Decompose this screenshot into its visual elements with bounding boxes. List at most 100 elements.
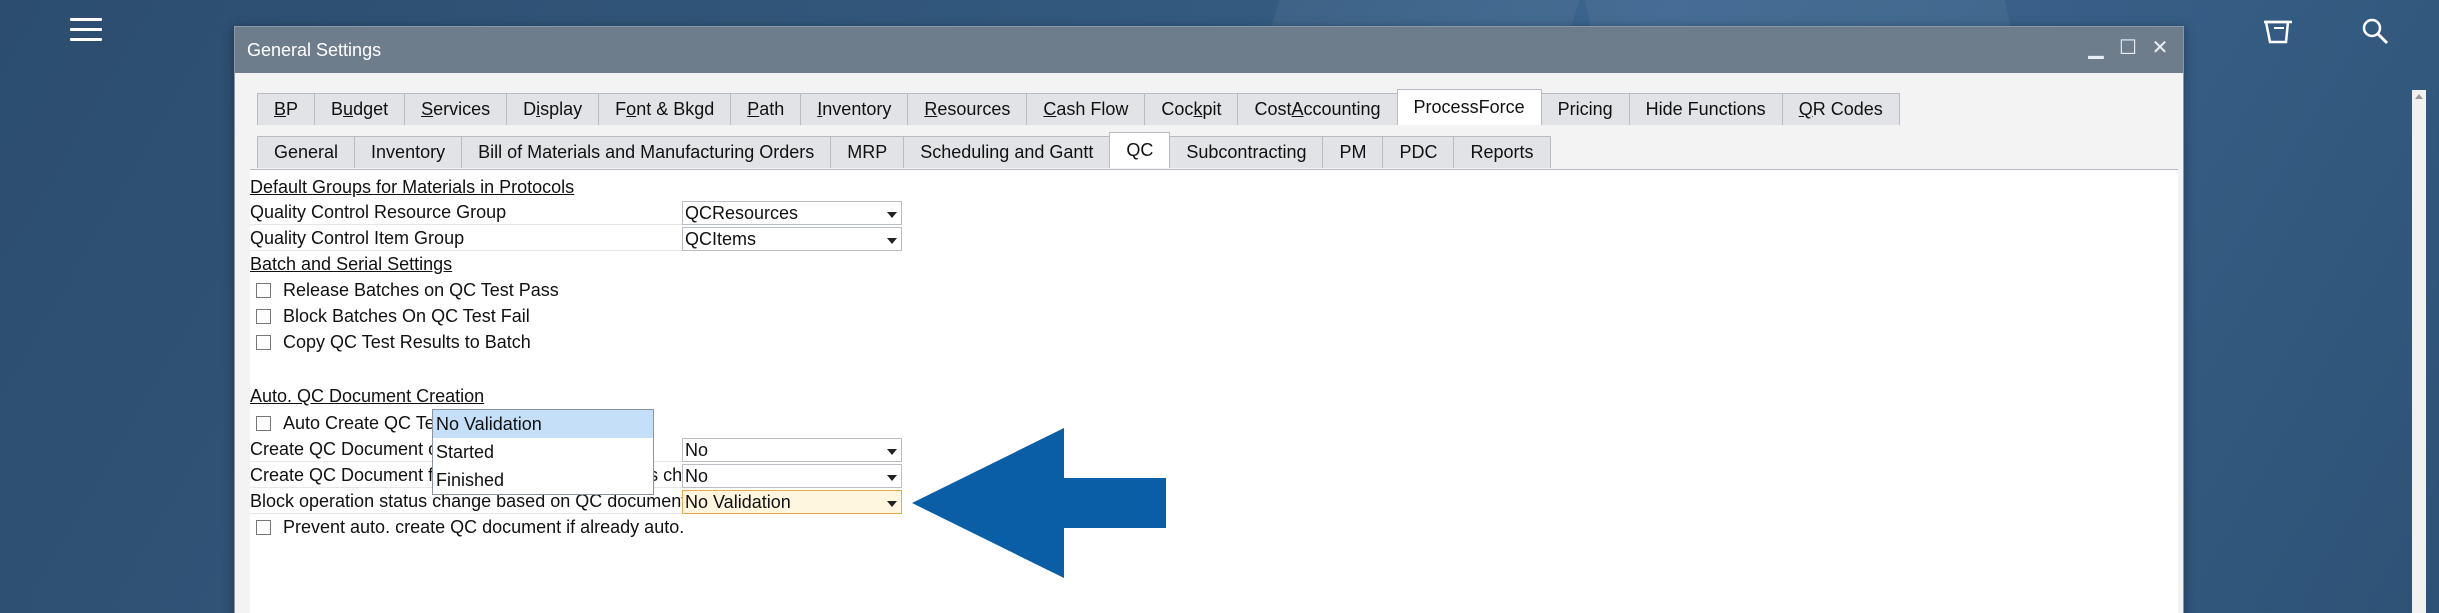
main-tab[interactable]: Cost Accounting bbox=[1237, 93, 1398, 125]
tab-label-part: k bbox=[1193, 99, 1203, 119]
tab-label-part: u bbox=[343, 99, 354, 119]
mor-status-value: No bbox=[685, 440, 709, 460]
release-batches-label: Release Batches on QC Test Pass bbox=[283, 280, 559, 300]
main-tab[interactable]: BP bbox=[257, 93, 316, 125]
window-titlebar[interactable]: General Settings ▁ ☐ ✕ bbox=[235, 27, 2183, 73]
block-operation-status-dropdown[interactable]: No Validation bbox=[682, 490, 902, 514]
chevron-down-icon bbox=[887, 501, 897, 507]
tab-label-part: nt & Bkgd bbox=[636, 99, 715, 119]
tab-label-part: ervices bbox=[433, 99, 491, 119]
tab-label-part: Cost bbox=[1254, 99, 1292, 119]
qc-resource-group-label: Quality Control Resource Group bbox=[250, 201, 682, 225]
tab-label-part: o bbox=[626, 99, 637, 119]
mor-status-dropdown[interactable]: No bbox=[682, 438, 902, 462]
tab-label-part: C bbox=[1043, 99, 1057, 119]
close-button[interactable]: ✕ bbox=[2149, 36, 2171, 60]
tab-label-part: R Codes bbox=[1812, 99, 1883, 119]
main-tab[interactable]: Di splay bbox=[506, 93, 600, 125]
dropdown-option[interactable]: Finished bbox=[433, 466, 653, 494]
window-title: General Settings bbox=[247, 40, 382, 60]
main-tab[interactable]: Coc k pit bbox=[1144, 93, 1239, 125]
maximize-button[interactable]: ☐ bbox=[2117, 36, 2139, 60]
chevron-down-icon bbox=[887, 212, 897, 218]
qc-resource-group-dropdown[interactable]: QCResources bbox=[682, 201, 902, 225]
tab-label-part: R bbox=[924, 99, 938, 119]
section-auto-qc-creation: Auto. QC Document Creation bbox=[250, 386, 485, 406]
tab-label-part: Coc bbox=[1161, 99, 1194, 119]
main-tab[interactable]: Path bbox=[730, 93, 802, 125]
tab-label-part: ash Flow bbox=[1056, 99, 1129, 119]
sub-tab[interactable]: General bbox=[257, 136, 356, 168]
tab-label-part: F bbox=[615, 99, 627, 119]
main-tab[interactable]: Inventory bbox=[800, 93, 909, 125]
qc-settings-panel: Default Groups for Materials in Protocol… bbox=[250, 169, 2178, 613]
auto-create-checkbox[interactable] bbox=[256, 416, 271, 431]
sub-tab[interactable]: Subcontracting bbox=[1169, 136, 1324, 168]
tab-label-part: ccounting bbox=[1303, 99, 1381, 119]
tab-label-part: dget bbox=[353, 99, 389, 119]
sub-tab[interactable]: Bill of Materials and Manufacturing Orde… bbox=[461, 136, 832, 168]
main-menu-icon[interactable] bbox=[70, 18, 102, 44]
section-batch-serial: Batch and Serial Settings bbox=[250, 254, 453, 274]
search-icon[interactable] bbox=[2360, 16, 2390, 46]
minimize-button[interactable]: ▁ bbox=[2085, 36, 2107, 60]
qc-item-group-value: QCItems bbox=[685, 229, 757, 249]
tab-label-part: Hide Functions bbox=[1645, 99, 1766, 119]
qc-resource-group-value: QCResources bbox=[685, 203, 799, 223]
prevent-auto-create-checkbox[interactable] bbox=[256, 520, 271, 535]
sub-tab[interactable]: MRP bbox=[830, 136, 905, 168]
sub-tab[interactable]: PDC bbox=[1382, 136, 1455, 168]
dropdown-option[interactable]: No Validation bbox=[433, 410, 653, 438]
qc-item-group-label: Quality Control Item Group bbox=[250, 227, 682, 251]
tab-label-part: P bbox=[286, 99, 299, 119]
tab-label-part: esources bbox=[937, 99, 1011, 119]
sub-tab[interactable]: QC bbox=[1109, 132, 1171, 168]
main-tab[interactable]: Services bbox=[404, 93, 508, 125]
main-tab[interactable]: Bu dget bbox=[314, 93, 406, 125]
section-default-groups: Default Groups for Materials in Protocol… bbox=[250, 177, 575, 197]
tab-label-part: ath bbox=[759, 99, 785, 119]
document-drafts-icon[interactable] bbox=[2262, 16, 2294, 46]
qc-item-group-dropdown[interactable]: QCItems bbox=[682, 227, 902, 251]
operation-mor-status-dropdown[interactable]: No bbox=[682, 464, 902, 488]
dropdown-option[interactable]: Started bbox=[433, 438, 653, 466]
main-tab[interactable]: Resources bbox=[907, 93, 1028, 125]
main-tab[interactable]: QR Codes bbox=[1781, 93, 1900, 125]
sub-tab[interactable]: PM bbox=[1322, 136, 1384, 168]
block-batches-checkbox[interactable] bbox=[256, 309, 271, 324]
main-tab[interactable]: Cash Flow bbox=[1026, 93, 1146, 125]
annotation-arrow bbox=[912, 428, 1166, 578]
tab-label-part: ProcessForce bbox=[1413, 97, 1525, 117]
release-batches-checkbox[interactable] bbox=[256, 283, 271, 298]
block-operation-dropdown-list: No Validation Started Finished bbox=[432, 409, 654, 495]
main-tab[interactable]: Fo nt & Bkgd bbox=[598, 93, 732, 125]
window-client-area: B P Bu dget Services Di splay Fo nt & Bkgd Path In… bbox=[235, 73, 2183, 613]
scroll-up-icon[interactable] bbox=[2413, 90, 2425, 102]
tab-label-part: splay bbox=[540, 99, 583, 119]
sub-tab[interactable]: Inventory bbox=[354, 136, 463, 168]
block-operation-status-value: No Validation bbox=[685, 492, 791, 512]
chevron-down-icon bbox=[887, 475, 897, 481]
tab-label-part: S bbox=[421, 99, 434, 119]
copy-results-checkbox[interactable] bbox=[256, 335, 271, 350]
sub-tab[interactable]: Reports bbox=[1453, 136, 1551, 168]
tab-label-part: D bbox=[523, 99, 537, 119]
main-tab[interactable]: Pricing bbox=[1540, 93, 1630, 125]
general-settings-window: General Settings ▁ ☐ ✕ B P Bu dget Services D… bbox=[234, 26, 2184, 613]
tab-label-part: pit bbox=[1202, 99, 1222, 119]
tab-label-part: nventory bbox=[822, 99, 892, 119]
tab-label-part: A bbox=[1291, 99, 1304, 119]
tab-label-part: P bbox=[747, 99, 760, 119]
sub-tab[interactable]: Scheduling and Gantt bbox=[903, 136, 1111, 168]
chevron-down-icon bbox=[887, 449, 897, 455]
tab-label-part: Pricing bbox=[1557, 99, 1613, 119]
sub-tab-row: General Inventory Bill of Materials and Ma… bbox=[257, 128, 1551, 168]
main-tab-row: B P Bu dget Services Di splay Fo nt & Bkgd Path In… bbox=[257, 85, 1900, 125]
block-batches-label: Block Batches On QC Test Fail bbox=[283, 306, 530, 326]
scrollbar[interactable] bbox=[2412, 90, 2426, 613]
tab-label-part: Q bbox=[1798, 99, 1813, 119]
tab-label-part: B bbox=[274, 99, 287, 119]
operation-mor-status-value: No bbox=[685, 466, 709, 486]
main-tab[interactable]: ProcessForce bbox=[1396, 89, 1542, 125]
main-tab[interactable]: Hide Functions bbox=[1628, 93, 1783, 125]
